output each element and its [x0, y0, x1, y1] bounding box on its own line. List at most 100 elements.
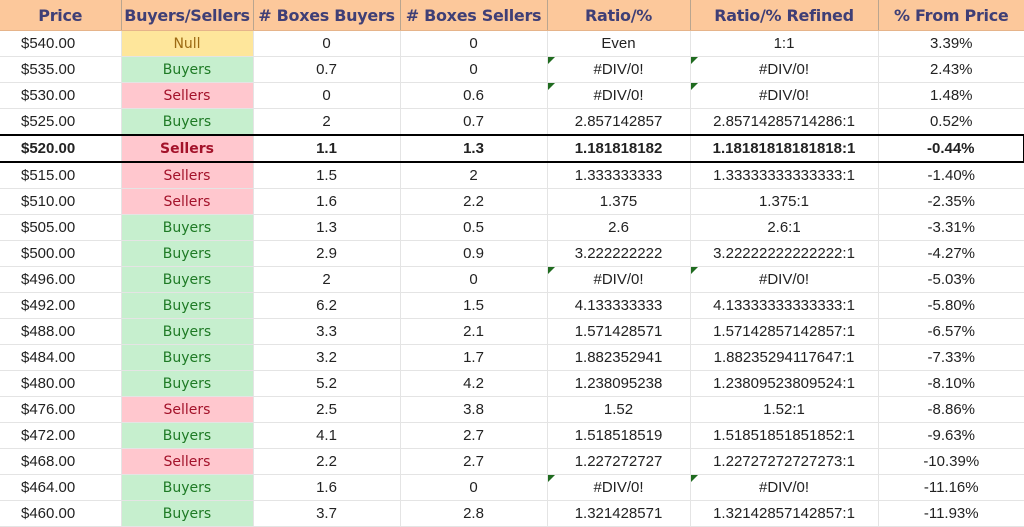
boxes-buyers-cell[interactable]: 1.3: [252, 214, 400, 241]
from-price-cell[interactable]: -7.33%: [877, 344, 1024, 371]
error-indicator-icon[interactable]: [548, 83, 555, 90]
boxes-buyers-cell[interactable]: 0: [252, 82, 400, 109]
buyers-sellers-cell[interactable]: Buyers: [120, 292, 253, 319]
boxes-buyers-cell[interactable]: 1.1: [252, 134, 400, 163]
boxes-sellers-cell[interactable]: 2: [399, 162, 547, 189]
boxes-sellers-cell[interactable]: 1.5: [399, 292, 547, 319]
from-price-cell[interactable]: -5.03%: [877, 266, 1024, 293]
boxes-sellers-cell[interactable]: 2.7: [399, 422, 547, 449]
ratio-refined-cell[interactable]: #DIV/0!: [689, 82, 878, 109]
buyers-sellers-cell[interactable]: Sellers: [120, 162, 253, 189]
price-cell[interactable]: $484.00: [0, 344, 121, 371]
ratio-cell[interactable]: 2.6: [546, 214, 690, 241]
boxes-buyers-cell[interactable]: 3.7: [252, 500, 400, 527]
ratio-cell[interactable]: 1.375: [546, 188, 690, 215]
ratio-cell[interactable]: 1.321428571: [546, 500, 690, 527]
boxes-buyers-cell[interactable]: 2.5: [252, 396, 400, 423]
price-cell[interactable]: $496.00: [0, 266, 121, 293]
header-buyers-sellers[interactable]: Buyers/Sellers: [120, 0, 253, 31]
from-price-cell[interactable]: -2.35%: [877, 188, 1024, 215]
ratio-refined-cell[interactable]: #DIV/0!: [689, 56, 878, 83]
buyers-sellers-cell[interactable]: Buyers: [120, 370, 253, 397]
boxes-buyers-cell[interactable]: 2: [252, 108, 400, 136]
buyers-sellers-cell[interactable]: Null: [120, 30, 253, 57]
error-indicator-icon[interactable]: [548, 57, 555, 64]
ratio-cell[interactable]: #DIV/0!: [546, 266, 690, 293]
from-price-cell[interactable]: -11.16%: [877, 474, 1024, 501]
from-price-cell[interactable]: -8.86%: [877, 396, 1024, 423]
header-from-price[interactable]: % From Price: [877, 0, 1024, 31]
boxes-buyers-cell[interactable]: 4.1: [252, 422, 400, 449]
buyers-sellers-cell[interactable]: Buyers: [120, 56, 253, 83]
from-price-cell[interactable]: -9.63%: [877, 422, 1024, 449]
boxes-sellers-cell[interactable]: 0.6: [399, 82, 547, 109]
ratio-refined-cell[interactable]: 1.51851851851852:1: [689, 422, 878, 449]
from-price-cell[interactable]: -0.44%: [877, 134, 1024, 163]
from-price-cell[interactable]: 1.48%: [877, 82, 1024, 109]
error-indicator-icon[interactable]: [691, 475, 698, 482]
ratio-cell[interactable]: Even: [546, 30, 690, 57]
boxes-sellers-cell[interactable]: 1.7: [399, 344, 547, 371]
price-cell[interactable]: $520.00: [0, 134, 121, 163]
price-cell[interactable]: $530.00: [0, 82, 121, 109]
from-price-cell[interactable]: -5.80%: [877, 292, 1024, 319]
boxes-sellers-cell[interactable]: 0: [399, 474, 547, 501]
buyers-sellers-cell[interactable]: Buyers: [120, 266, 253, 293]
from-price-cell[interactable]: 3.39%: [877, 30, 1024, 57]
from-price-cell[interactable]: -4.27%: [877, 240, 1024, 267]
boxes-buyers-cell[interactable]: 1.5: [252, 162, 400, 189]
price-cell[interactable]: $525.00: [0, 108, 121, 136]
error-indicator-icon[interactable]: [548, 475, 555, 482]
from-price-cell[interactable]: -11.93%: [877, 500, 1024, 527]
ratio-refined-cell[interactable]: 1.23809523809524:1: [689, 370, 878, 397]
boxes-sellers-cell[interactable]: 0.9: [399, 240, 547, 267]
buyers-sellers-cell[interactable]: Buyers: [120, 318, 253, 345]
boxes-buyers-cell[interactable]: 6.2: [252, 292, 400, 319]
buyers-sellers-cell[interactable]: Buyers: [120, 344, 253, 371]
price-cell[interactable]: $460.00: [0, 500, 121, 527]
ratio-cell[interactable]: #DIV/0!: [546, 56, 690, 83]
from-price-cell[interactable]: -8.10%: [877, 370, 1024, 397]
ratio-cell[interactable]: 1.52: [546, 396, 690, 423]
boxes-sellers-cell[interactable]: 0: [399, 30, 547, 57]
ratio-cell[interactable]: 1.333333333: [546, 162, 690, 189]
price-cell[interactable]: $515.00: [0, 162, 121, 189]
boxes-buyers-cell[interactable]: 0: [252, 30, 400, 57]
ratio-cell[interactable]: 1.571428571: [546, 318, 690, 345]
price-cell[interactable]: $492.00: [0, 292, 121, 319]
ratio-refined-cell[interactable]: 2.6:1: [689, 214, 878, 241]
boxes-sellers-cell[interactable]: 0: [399, 56, 547, 83]
buyers-sellers-cell[interactable]: Buyers: [120, 422, 253, 449]
ratio-cell[interactable]: #DIV/0!: [546, 82, 690, 109]
boxes-sellers-cell[interactable]: 1.3: [399, 134, 547, 163]
from-price-cell[interactable]: -10.39%: [877, 448, 1024, 475]
error-indicator-icon[interactable]: [548, 267, 555, 274]
ratio-refined-cell[interactable]: 1.52:1: [689, 396, 878, 423]
boxes-buyers-cell[interactable]: 0.7: [252, 56, 400, 83]
header-ratio[interactable]: Ratio/%: [546, 0, 690, 31]
ratio-refined-cell[interactable]: 1.33333333333333:1: [689, 162, 878, 189]
boxes-sellers-cell[interactable]: 0.5: [399, 214, 547, 241]
ratio-cell[interactable]: 3.222222222: [546, 240, 690, 267]
buyers-sellers-cell[interactable]: Sellers: [120, 82, 253, 109]
ratio-refined-cell[interactable]: 1.57142857142857:1: [689, 318, 878, 345]
buyers-sellers-cell[interactable]: Sellers: [120, 448, 253, 475]
ratio-cell[interactable]: 2.857142857: [546, 108, 690, 136]
price-cell[interactable]: $480.00: [0, 370, 121, 397]
header-ratio-refined[interactable]: Ratio/% Refined: [689, 0, 878, 31]
price-cell[interactable]: $540.00: [0, 30, 121, 57]
buyers-sellers-cell[interactable]: Buyers: [120, 108, 253, 136]
buyers-sellers-cell[interactable]: Buyers: [120, 500, 253, 527]
ratio-refined-cell[interactable]: 1.18181818181818:1: [689, 134, 878, 163]
ratio-refined-cell[interactable]: 2.85714285714286:1: [689, 108, 878, 136]
buyers-sellers-cell[interactable]: Buyers: [120, 214, 253, 241]
boxes-sellers-cell[interactable]: 0.7: [399, 108, 547, 136]
ratio-refined-cell[interactable]: 4.13333333333333:1: [689, 292, 878, 319]
from-price-cell[interactable]: -3.31%: [877, 214, 1024, 241]
price-cell[interactable]: $468.00: [0, 448, 121, 475]
ratio-cell[interactable]: 1.238095238: [546, 370, 690, 397]
boxes-buyers-cell[interactable]: 3.3: [252, 318, 400, 345]
error-indicator-icon[interactable]: [691, 57, 698, 64]
from-price-cell[interactable]: 0.52%: [877, 108, 1024, 136]
from-price-cell[interactable]: -1.40%: [877, 162, 1024, 189]
